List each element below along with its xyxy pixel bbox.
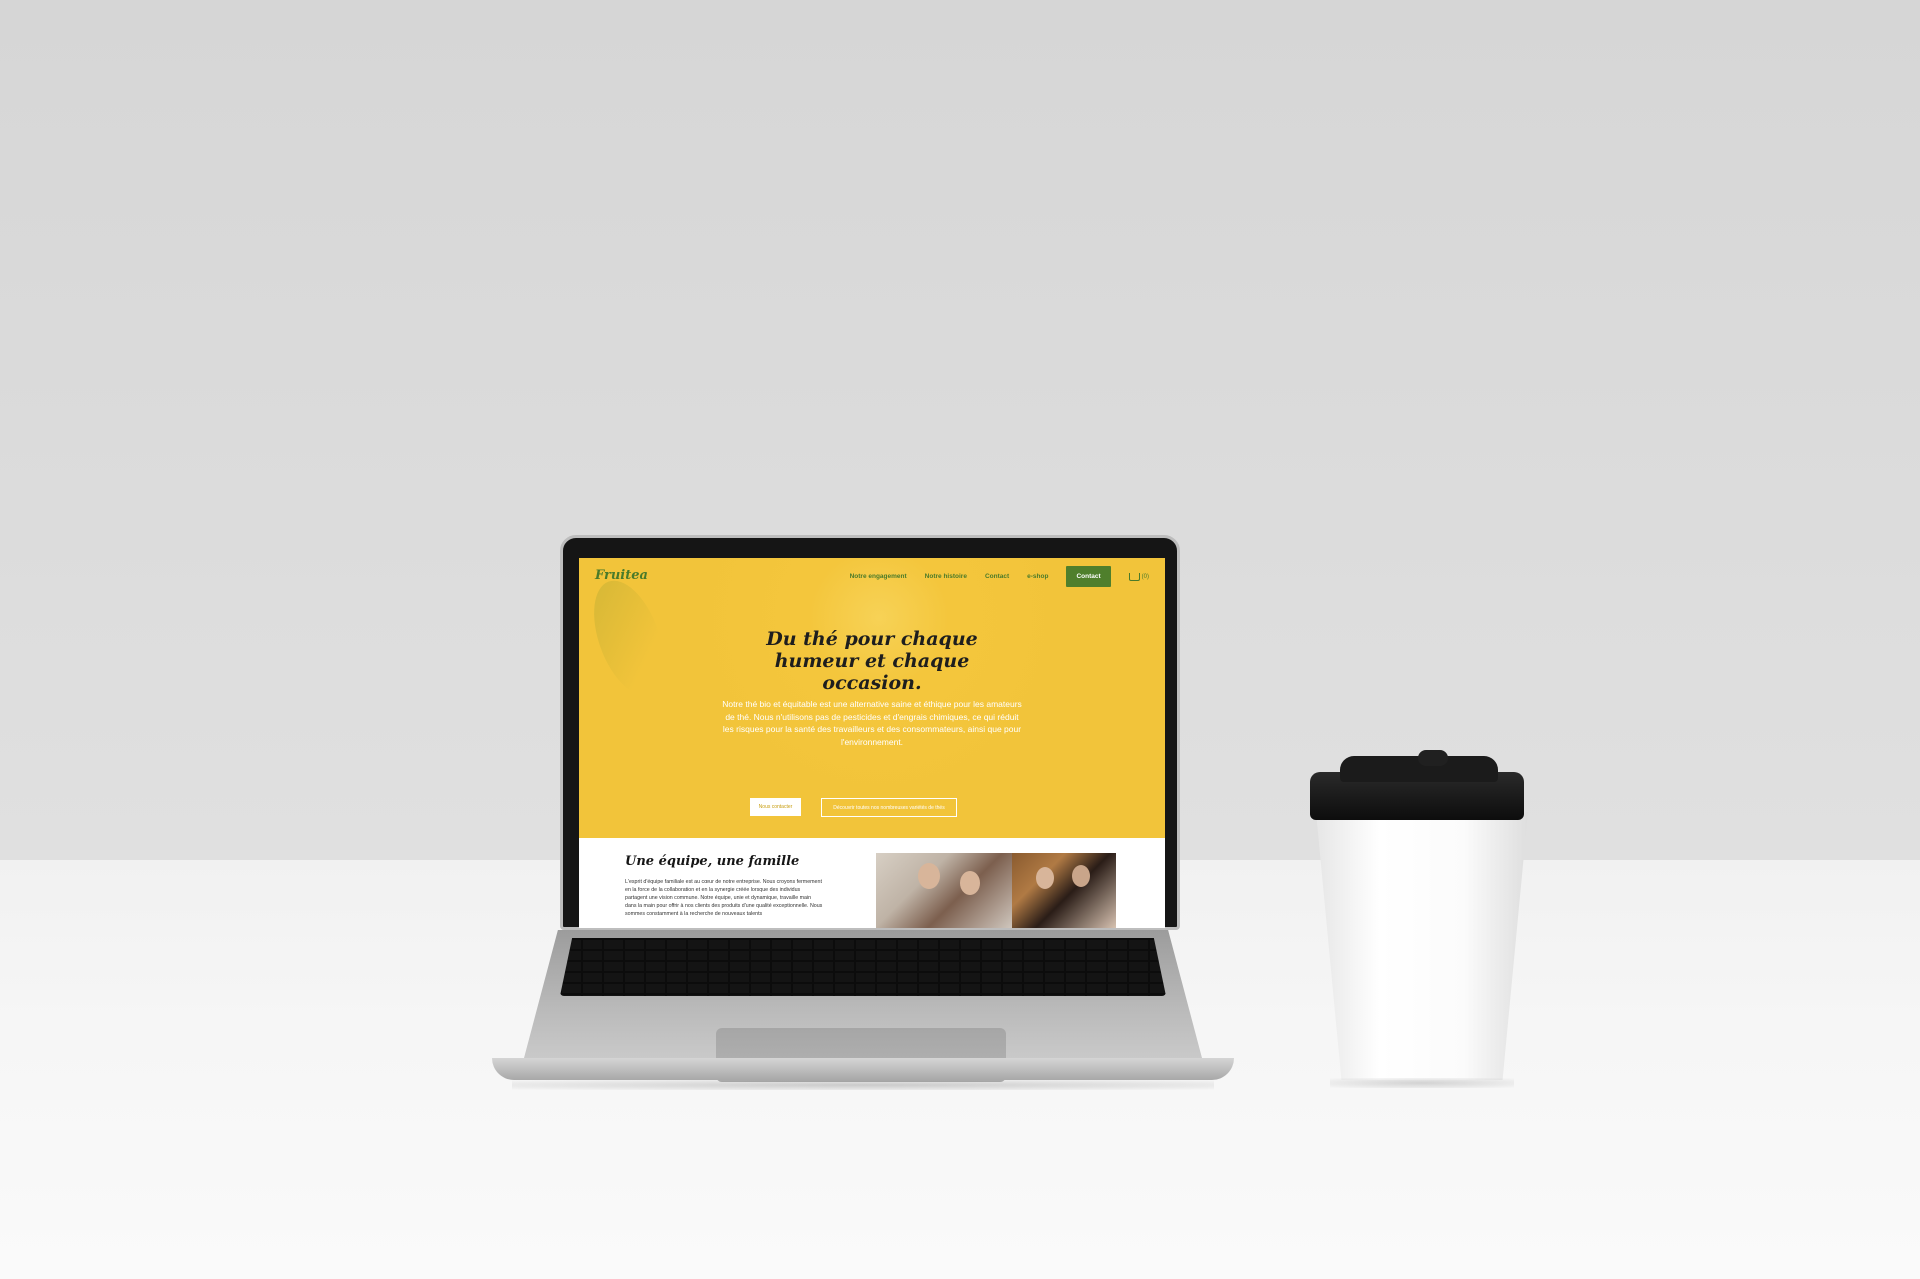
hero-text: Notre thé bio et équitable est une alter…	[722, 699, 1022, 747]
coffee-cup	[1316, 812, 1528, 1080]
team-photo-left	[876, 853, 1012, 928]
nav-item-engagement[interactable]: Notre engagement	[850, 573, 907, 580]
laptop-screen: Fruitea Notre engagement Notre histoire …	[579, 558, 1165, 928]
team-photo	[876, 853, 1116, 928]
contact-us-button[interactable]: Nous contacter	[750, 798, 801, 816]
cup-shadow	[1330, 1078, 1514, 1088]
person-face	[918, 863, 940, 889]
hero-title: Du thé pour chaque humeur et chaque occa…	[766, 628, 978, 694]
top-nav: Fruitea Notre engagement Notre histoire …	[579, 558, 1165, 594]
contact-button[interactable]: Contact	[1066, 566, 1111, 587]
team-photo-right	[1012, 853, 1116, 928]
nav-item-eshop[interactable]: e-shop	[1027, 573, 1048, 580]
nav-links: Notre engagement Notre histoire Contact …	[850, 566, 1149, 587]
hero-section: Fruitea Notre engagement Notre histoire …	[579, 558, 1165, 838]
person-face	[960, 871, 980, 895]
discover-teas-button[interactable]: Découvrir toutes nos nombreuses variétés…	[821, 798, 957, 817]
nav-item-histoire[interactable]: Notre histoire	[925, 573, 967, 580]
cart-count: (0)	[1141, 573, 1149, 580]
cup-sip-hole	[1418, 750, 1448, 766]
laptop-shadow	[512, 1080, 1214, 1090]
logo[interactable]: Fruitea	[595, 568, 648, 583]
team-title: Une équipe, une famille	[625, 854, 800, 869]
team-text: L'esprit d'équipe familiale est au cœur …	[625, 879, 823, 917]
keyboard	[560, 938, 1166, 996]
team-section: Une équipe, une famille L'esprit d'équip…	[579, 838, 1165, 928]
person-face	[1036, 867, 1054, 889]
nav-item-contact[interactable]: Contact	[985, 573, 1009, 580]
laptop-lip	[492, 1058, 1234, 1080]
cart-icon	[1128, 572, 1140, 581]
person-face	[1072, 865, 1090, 887]
laptop-base	[492, 930, 1234, 1090]
cart-link[interactable]: (0)	[1128, 572, 1149, 581]
